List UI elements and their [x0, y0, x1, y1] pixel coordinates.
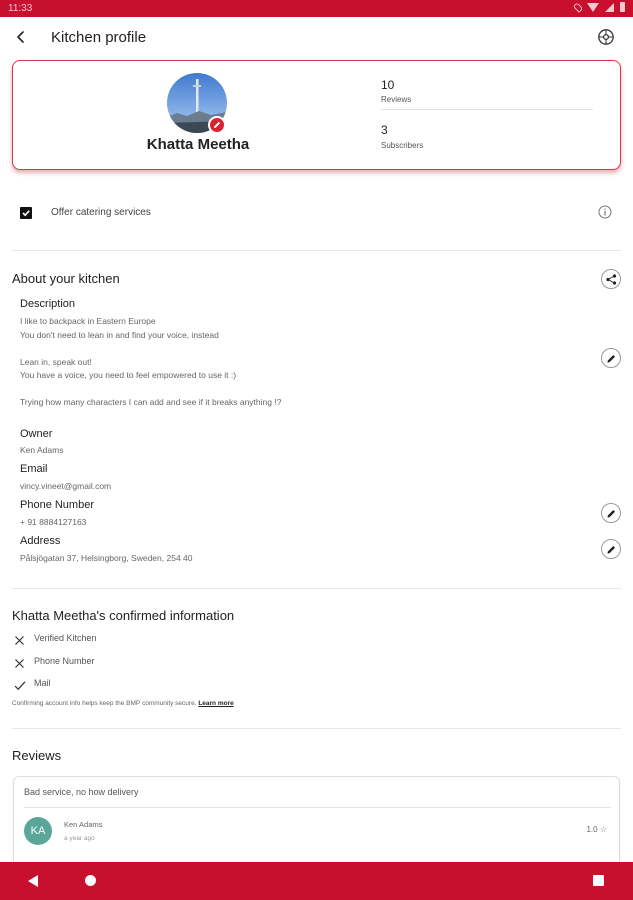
checkmark-icon: [22, 210, 30, 217]
nav-back-icon[interactable]: [28, 875, 38, 887]
star-icon: ☆: [599, 825, 607, 834]
pencil-icon: [214, 121, 221, 128]
rating-value: 1.0: [586, 825, 598, 834]
about-title: About your kitchen: [12, 271, 120, 286]
status-time: 11:33: [8, 3, 33, 14]
confirm-item-label: Mail: [34, 678, 51, 688]
signal-icon: [605, 2, 614, 12]
system-nav-bar: [0, 862, 633, 900]
section-divider: [12, 588, 621, 589]
info-icon[interactable]: [598, 205, 612, 219]
catering-checkbox[interactable]: [20, 207, 32, 219]
review-rating: 1.0 ☆: [586, 825, 607, 834]
page-title: Kitchen profile: [51, 29, 147, 46]
phone-value: + 91 8884127163: [20, 517, 87, 527]
review-divider: [24, 807, 611, 808]
share-icon: [606, 274, 617, 285]
cross-icon: [15, 636, 24, 645]
learn-more-link[interactable]: Learn more: [198, 700, 233, 707]
nav-home-icon[interactable]: [85, 875, 96, 886]
edit-phone-button[interactable]: [601, 503, 621, 523]
edit-photo-button[interactable]: [208, 116, 226, 134]
pencil-icon: [607, 510, 615, 518]
status-bar: 11:33: [0, 0, 633, 17]
reviews-title: Reviews: [12, 748, 62, 763]
profile-card: Khatta Meetha 10 Reviews 3 Subscribers: [12, 60, 621, 170]
wifi-icon: [587, 2, 599, 12]
confirm-item-label: Phone Number: [34, 656, 95, 666]
confirm-item-phone-number: Phone Number: [12, 655, 312, 671]
share-button[interactable]: [601, 269, 621, 289]
confirmed-title: Khatta Meetha's confirmed information: [12, 608, 235, 623]
kitchen-name: Khatta Meetha: [146, 136, 250, 153]
status-icons: [572, 1, 625, 13]
description-label: Description: [20, 298, 76, 310]
nav-recents-icon[interactable]: [593, 875, 604, 886]
email-value: vincy.vineet@gmail.com: [20, 481, 112, 491]
reviews-count: 10: [381, 78, 395, 92]
confirm-note: Confirming account info helps keep the B…: [12, 700, 234, 707]
reviewer-name: Ken Adams: [64, 820, 103, 829]
description-text: I like to backpack in Eastern Europe You…: [20, 316, 282, 407]
pencil-icon: [607, 546, 615, 554]
app-bar: Kitchen profile: [0, 17, 633, 59]
subscribers-count: 3: [381, 123, 388, 137]
email-label: Email: [20, 463, 48, 475]
confirm-item-label: Verified Kitchen: [34, 633, 97, 643]
catering-row: Offer catering services: [0, 200, 633, 228]
address-label: Address: [20, 535, 61, 547]
subscribers-label: Subscribers: [381, 141, 424, 150]
check-icon: [14, 681, 26, 691]
review-time: a year ago: [64, 835, 95, 842]
review-card[interactable]: Bad service, no how delivery KA Ken Adam…: [13, 776, 620, 871]
section-divider: [12, 250, 621, 251]
owner-value: Ken Adams: [20, 445, 64, 455]
address-value: Pålsjögatan 37, Helsingborg, Sweden, 254…: [20, 553, 193, 563]
phone-label: Phone Number: [20, 499, 94, 511]
settings-icon[interactable]: [597, 28, 615, 46]
confirm-note-text: Confirming account info helps keep the B…: [12, 700, 197, 707]
edit-address-button[interactable]: [601, 539, 621, 559]
cross-icon: [15, 659, 24, 668]
section-divider: [12, 728, 621, 729]
review-text: Bad service, no how delivery: [24, 787, 139, 797]
pencil-icon: [607, 355, 615, 363]
location-icon: [572, 1, 584, 13]
battery-icon: [620, 2, 625, 12]
reviews-label: Reviews: [381, 95, 412, 104]
catering-label: Offer catering services: [51, 207, 151, 218]
reviewer-avatar: KA: [24, 817, 52, 845]
stats-divider: [381, 109, 593, 110]
owner-label: Owner: [20, 428, 53, 440]
edit-description-button[interactable]: [601, 348, 621, 368]
confirm-item-mail: Mail: [12, 677, 312, 693]
back-arrow-icon[interactable]: [14, 30, 28, 44]
confirm-item-verified-kitchen: Verified Kitchen: [12, 632, 312, 648]
